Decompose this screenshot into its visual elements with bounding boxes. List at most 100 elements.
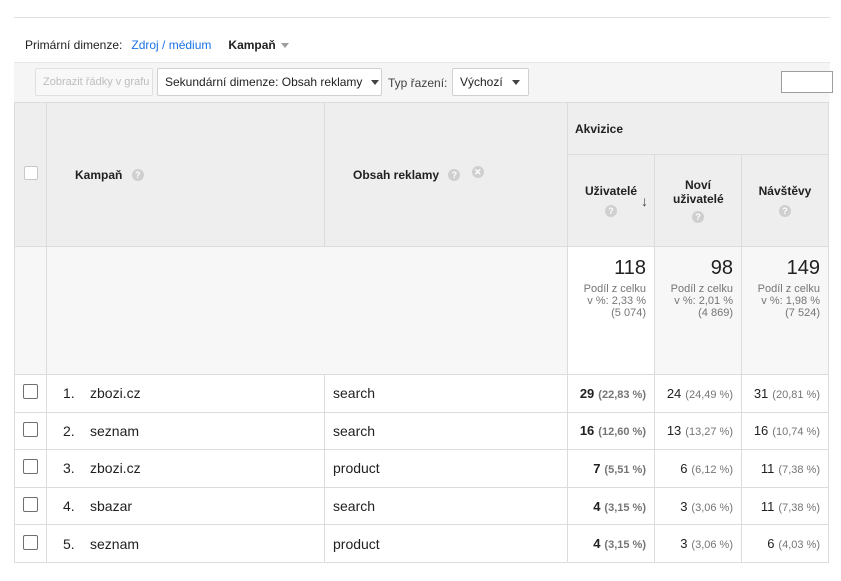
new-users-cell: 3 (3,06 %) xyxy=(654,486,742,526)
users-value: 7 xyxy=(593,460,601,476)
sessions-value: 16 xyxy=(753,423,769,439)
row-checkbox[interactable] xyxy=(23,384,38,400)
users-cell: 7 (5,51 %) xyxy=(567,449,655,488)
row-number: 4. xyxy=(63,498,75,515)
new-users-percent: (6,12 %) xyxy=(691,463,733,476)
table-toolbar: Zobrazit řádky v grafu Sekundární dimenz… xyxy=(14,62,833,103)
new-users-column-header[interactable]: Noví uživatelé ? xyxy=(654,154,742,247)
help-icon[interactable]: ? xyxy=(692,211,704,224)
new-users-total-line1: Podíl z celku xyxy=(670,283,733,295)
users-total-line2: v %: 2,33 % xyxy=(587,295,646,307)
sessions-percent: (10,74 %) xyxy=(772,426,820,439)
help-icon[interactable]: ? xyxy=(448,169,461,182)
acquisition-group-header: Akvizice xyxy=(567,102,829,155)
campaign-value[interactable]: sbazar xyxy=(90,498,132,514)
ad-content-value[interactable]: search xyxy=(333,385,375,401)
select-all-cell xyxy=(14,102,47,247)
row-checkbox[interactable] xyxy=(23,534,38,550)
totals-label-cell xyxy=(46,246,568,375)
row-checkbox[interactable] xyxy=(23,421,38,437)
campaign-value[interactable]: zbozi.cz xyxy=(90,385,141,401)
users-cell: 4 (3,15 %) xyxy=(567,486,655,526)
sessions-column-label: Návštěvy xyxy=(758,183,812,198)
chevron-down-icon xyxy=(371,79,380,85)
row-number: 2. xyxy=(63,422,75,439)
secondary-dimension-label: Sekundární dimenze: Obsah reklamy xyxy=(165,75,363,89)
sessions-column-header[interactable]: Návštěvy ? xyxy=(741,154,829,247)
table-row[interactable]: 4. sbazar search 4 (3,15 %) 3 (3,06 %) 11 (7,38 … xyxy=(14,486,829,526)
row-checkbox-cell xyxy=(14,411,47,451)
new-users-column-label: Noví uživatelé xyxy=(673,177,724,206)
users-value: 29 xyxy=(579,385,595,401)
row-number: 1. xyxy=(63,385,75,402)
help-icon[interactable]: ? xyxy=(779,205,791,218)
campaign-column-header[interactable]: Kampaň ? xyxy=(46,102,325,247)
primary-dimension-campaign[interactable]: Kampaň xyxy=(228,38,289,52)
ad-content-column-header[interactable]: Obsah reklamy ? ✕ xyxy=(324,102,568,247)
sessions-total-line2: v %: 1,98 % xyxy=(761,295,820,307)
row-checkbox-cell xyxy=(14,449,47,488)
sessions-total-line3: (7 524) xyxy=(785,307,820,319)
ad-content-column-label: Obsah reklamy xyxy=(353,167,440,182)
ad-content-cell: search xyxy=(324,486,568,526)
users-value: 4 xyxy=(593,498,601,514)
primary-dimension-source-medium-link[interactable]: Zdroj / médium xyxy=(131,38,211,52)
table-row[interactable]: 3. zbozi.cz product 7 (5,51 %) 6 (6,12 %) 11 (7,… xyxy=(14,449,829,488)
sessions-cell: 31 (20,81 %) xyxy=(741,374,829,413)
sessions-percent: (20,81 %) xyxy=(772,388,820,401)
table-row[interactable]: 2. seznam search 16 (12,60 %) 13 (13,27 %) 16 (1… xyxy=(14,411,829,451)
sessions-cell: 6 (4,03 %) xyxy=(741,524,829,563)
users-percent: (3,15 %) xyxy=(604,501,646,514)
campaign-cell: 1. zbozi.cz xyxy=(46,374,325,413)
help-icon[interactable]: ? xyxy=(605,205,617,218)
ad-content-value[interactable]: product xyxy=(333,536,380,552)
campaign-cell: 2. seznam xyxy=(46,411,325,451)
users-total-value: 118 xyxy=(614,257,646,279)
new-users-cell: 6 (6,12 %) xyxy=(654,449,742,488)
new-users-cell: 3 (3,06 %) xyxy=(654,524,742,563)
new-users-total-value: 98 xyxy=(710,257,733,279)
sessions-percent: (4,03 %) xyxy=(778,539,820,552)
help-icon[interactable]: ? xyxy=(131,169,144,182)
users-percent: (3,15 %) xyxy=(604,539,646,552)
campaign-value[interactable]: seznam xyxy=(90,423,139,439)
plot-rows-label: Zobrazit řádky v grafu xyxy=(43,76,150,88)
new-users-total-cell: 98 Podíl z celku v %: 2,01 % (4 869) xyxy=(654,246,742,375)
ad-content-value[interactable]: product xyxy=(333,460,380,476)
remove-secondary-dimension-icon[interactable]: ✕ xyxy=(471,166,484,179)
table-search-input[interactable] xyxy=(781,71,833,93)
report-table: Kampaň ? Obsah reklamy ? ✕ Akvizice Uživ… xyxy=(14,102,829,563)
users-cell: 16 (12,60 %) xyxy=(567,411,655,451)
new-users-percent: (3,06 %) xyxy=(691,539,733,552)
top-divider xyxy=(14,17,830,18)
primary-dimension-label: Primární dimenze: xyxy=(25,38,123,52)
table-row[interactable]: 1. zbozi.cz search 29 (22,83 %) 24 (24,49 %) 31… xyxy=(14,374,829,413)
ad-content-value[interactable]: search xyxy=(333,423,375,439)
row-checkbox[interactable] xyxy=(23,497,38,513)
secondary-dimension-dropdown[interactable]: Sekundární dimenze: Obsah reklamy xyxy=(157,68,382,96)
new-users-percent: (13,27 %) xyxy=(685,426,733,439)
new-users-percent: (3,06 %) xyxy=(691,501,733,514)
users-column-header[interactable]: Uživatelé ? ↓ xyxy=(567,154,655,247)
ad-content-value[interactable]: search xyxy=(333,498,375,514)
ad-content-cell: product xyxy=(324,449,568,488)
row-checkbox[interactable] xyxy=(23,459,38,475)
campaign-value[interactable]: seznam xyxy=(90,536,139,552)
users-percent: (12,60 %) xyxy=(598,426,646,439)
users-total-line1: Podíl z celku xyxy=(583,283,646,295)
sessions-cell: 11 (7,38 %) xyxy=(741,486,829,526)
sessions-cell: 16 (10,74 %) xyxy=(741,411,829,451)
campaign-cell: 5. seznam xyxy=(46,524,325,563)
sort-type-dropdown[interactable]: Výchozí xyxy=(452,68,529,96)
campaign-cell: 4. sbazar xyxy=(46,486,325,526)
table-row[interactable]: 5. seznam product 4 (3,15 %) 3 (3,06 %) 6 (4,03 … xyxy=(14,524,829,563)
users-value: 16 xyxy=(579,423,595,439)
ad-content-cell: search xyxy=(324,374,568,413)
sessions-value: 11 xyxy=(760,498,775,514)
sessions-percent: (7,38 %) xyxy=(778,463,820,476)
row-checkbox-cell xyxy=(14,486,47,526)
plot-rows-button[interactable]: Zobrazit řádky v grafu xyxy=(35,68,153,96)
select-all-checkbox[interactable] xyxy=(23,166,38,180)
campaign-value[interactable]: zbozi.cz xyxy=(90,460,141,476)
sort-type-label: Typ řazení: xyxy=(388,76,448,90)
